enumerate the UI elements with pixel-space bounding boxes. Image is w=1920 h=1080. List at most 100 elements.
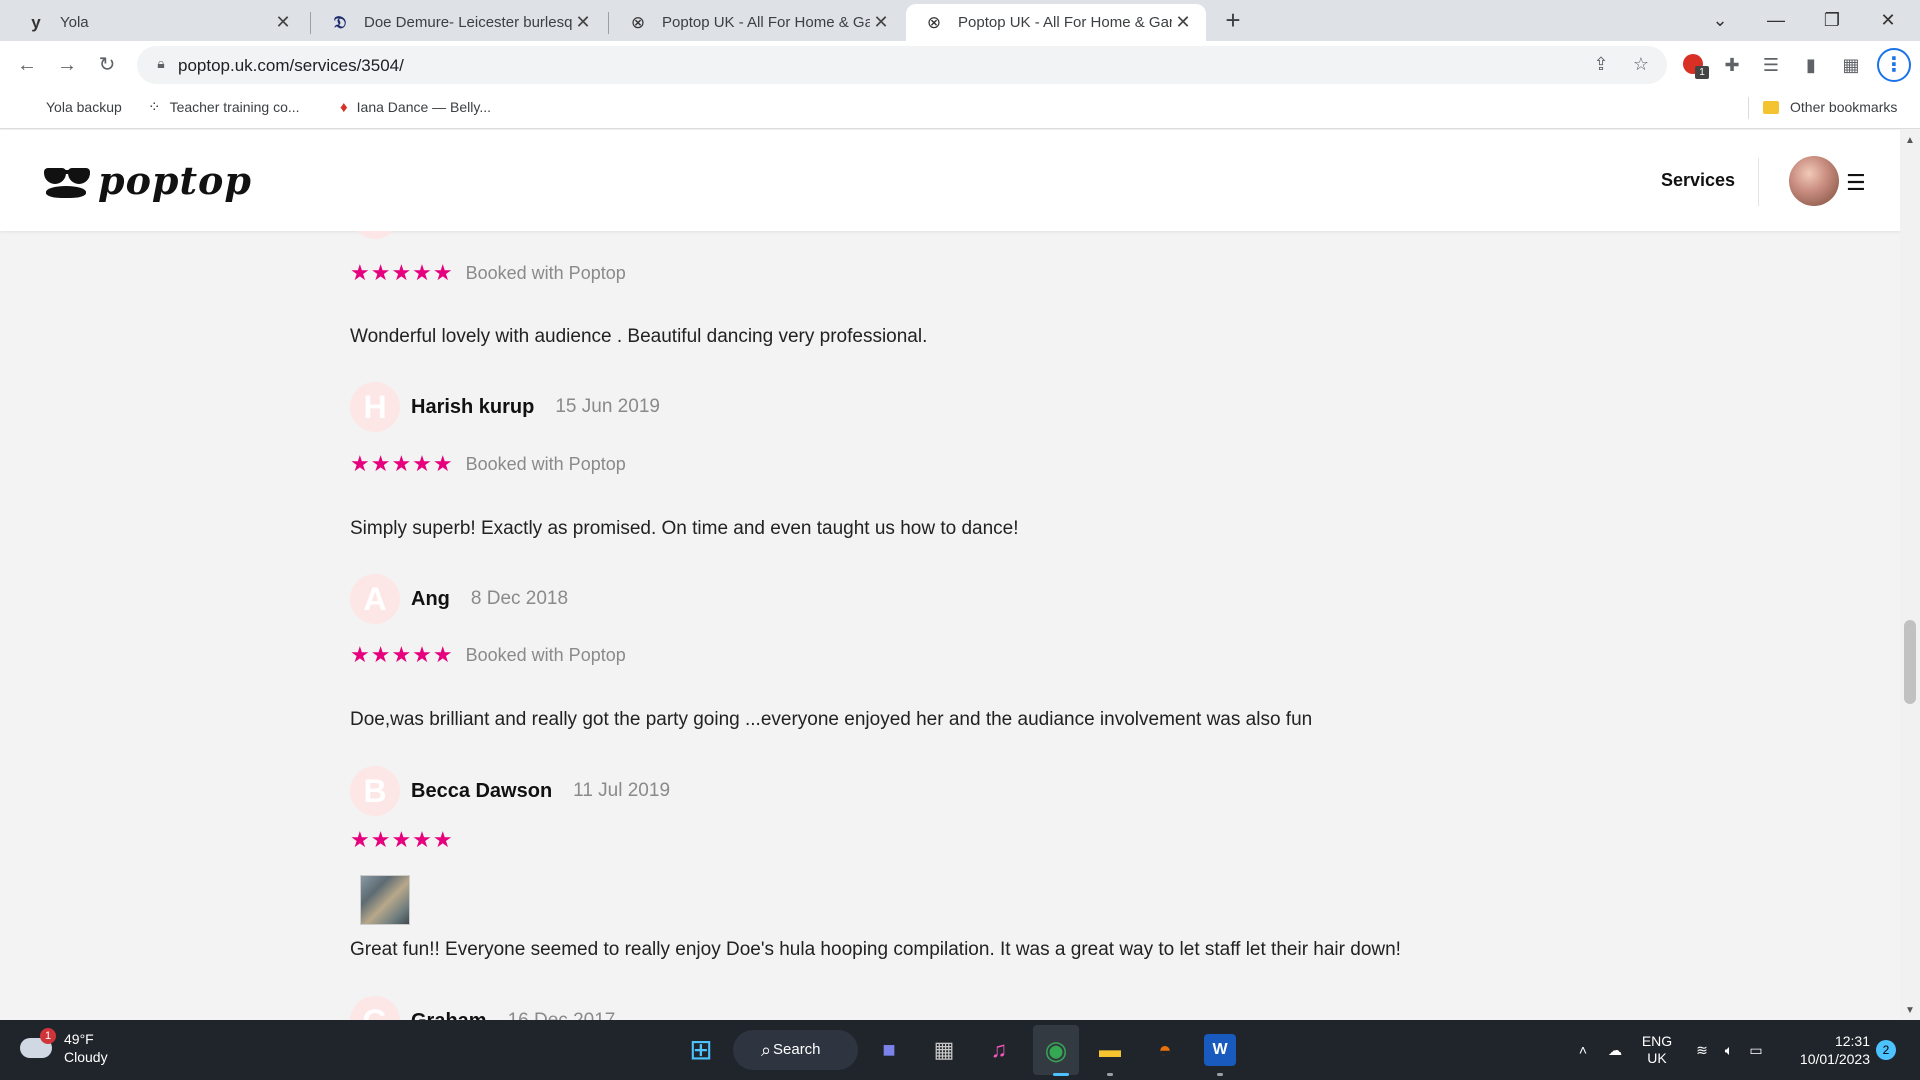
review-date: 8 Dec 2018 [470, 588, 569, 609]
tab-title: Poptop UK - All For Home & Gar [958, 14, 1172, 31]
tab-search-chevron-icon[interactable]: ⌄ [1692, 0, 1748, 41]
tab-title: Doe Demure- Leicester burlesque [364, 14, 572, 31]
page-scrollbar[interactable]: ▲ ▼ [1900, 130, 1920, 1020]
review-text: Great fun!! Everyone seemed to really en… [350, 939, 1401, 960]
volume-icon[interactable]: 🔈︎ [1717, 1020, 1741, 1080]
clock-time: 12:31 [1834, 1033, 1870, 1049]
other-bookmarks-label: Other bookmarks [1790, 99, 1898, 115]
rating-stars: ★★★★★ [350, 260, 454, 285]
reviewer-initial-avatar: H [350, 382, 400, 432]
profile-icon[interactable]: ▦ [1837, 51, 1865, 79]
teams-chat-icon[interactable]: ■ [873, 1034, 905, 1066]
restore-icon[interactable]: ❐ [1804, 0, 1860, 41]
weather-condition: Cloudy [64, 1049, 108, 1065]
tab-yola[interactable]: y Yola ✕ [8, 4, 306, 41]
booked-with-label: Booked with Poptop [465, 453, 626, 474]
running-indicator [1107, 1073, 1113, 1076]
language-code: ENG [1641, 1033, 1673, 1049]
review-header: A Ang 8 Dec 2018 [350, 574, 568, 624]
scroll-down-arrow-icon[interactable]: ▼ [1905, 1006, 1915, 1016]
bookmark-teacher-training[interactable]: ⁘ Teacher training co... [148, 89, 300, 125]
back-icon[interactable]: ← [13, 51, 41, 79]
user-avatar[interactable] [1789, 156, 1839, 206]
running-indicator [1217, 1073, 1223, 1076]
clock-date: 10/01/2023 [1799, 1051, 1870, 1067]
review-rating-row: ★★★★★ Booked with Poptop [350, 260, 626, 286]
rating-stars: ★★★★★ [350, 451, 454, 476]
reading-list-icon[interactable]: ☰ [1757, 51, 1785, 79]
battery-icon[interactable]: ▭ [1744, 1020, 1768, 1080]
review-header: B Becca Dawson 11 Jul 2019 [350, 766, 670, 816]
reload-icon[interactable]: ↻ [93, 51, 121, 79]
itunes-icon[interactable]: ♫ [983, 1034, 1015, 1066]
review-date: 15 Jun 2019 [555, 396, 660, 417]
bookmark-yola-backup[interactable]: Yola backup [46, 89, 122, 125]
url-text: poptop.uk.com/services/3504/ [178, 56, 404, 75]
tab-poptop-active[interactable]: ⊗ Poptop UK - All For Home & Gar ✕ [906, 4, 1206, 41]
tab-separator [310, 12, 311, 34]
tab-separator [608, 12, 609, 34]
review-text: Doe,was brilliant and really got the par… [350, 709, 1313, 730]
grid-dots-icon: ⁘ [148, 99, 161, 116]
close-window-icon[interactable]: ✕ [1860, 0, 1916, 41]
review-photo-thumbnail[interactable] [360, 875, 410, 925]
review-date: 11 Jul 2019 [573, 780, 671, 801]
review-text: Wonderful lovely with audience . Beautif… [350, 326, 928, 347]
extension-badge: 1 [1695, 66, 1709, 79]
browser-tab-strip: y Yola ✕ 𝔇 Doe Demure- Leicester burlesq… [0, 0, 1920, 41]
other-bookmarks[interactable]: Other bookmarks [1763, 89, 1897, 125]
share-icon[interactable]: ⇪ [1589, 54, 1613, 78]
scroll-up-arrow-icon[interactable]: ▲ [1905, 136, 1915, 146]
chrome-menu-icon[interactable]: ⋮ [1877, 48, 1911, 82]
notification-count-badge[interactable]: 2 [1876, 1040, 1896, 1060]
clock[interactable]: 12:31 10/01/2023 [1785, 1020, 1870, 1080]
address-bar[interactable]: 🔒︎ poptop.uk.com/services/3504/ ⇪ ☆ [137, 46, 1667, 84]
weather-widget[interactable]: 49°F Cloudy [20, 1030, 108, 1066]
lock-icon[interactable]: 🔒︎ [151, 55, 171, 75]
chrome-taskbar-icon[interactable]: ◉ [1040, 1034, 1072, 1066]
calculator-icon[interactable]: ▦ [928, 1034, 960, 1066]
close-tab-icon[interactable]: ✕ [870, 12, 892, 33]
review-rating-row: ★★★★★ Booked with Poptop [350, 642, 626, 668]
weather-temp: 49°F [64, 1031, 94, 1047]
extensions-puzzle-icon[interactable]: ✚ [1718, 51, 1746, 79]
reviewer-initial-avatar: B [350, 766, 400, 816]
new-tab-button[interactable]: + [1219, 6, 1247, 34]
show-hidden-icons-chevron-icon[interactable]: ˄ [1573, 1020, 1593, 1080]
close-tab-icon[interactable]: ✕ [272, 12, 294, 33]
reviewer-initial-avatar: G [350, 996, 400, 1020]
sunglasses-mustache-icon [42, 162, 90, 200]
word-icon[interactable]: W [1204, 1034, 1236, 1066]
minimize-icon[interactable]: — [1748, 0, 1804, 41]
browser-toolbar: ← → ↻ 🔒︎ poptop.uk.com/services/3504/ ⇪ … [0, 41, 1920, 89]
app-icon[interactable]: ◓ [1149, 1034, 1181, 1066]
region-code: UK [1647, 1050, 1667, 1066]
scrollbar-thumb[interactable] [1904, 620, 1916, 704]
bookmark-label: Teacher training co... [169, 99, 300, 115]
nav-services-link[interactable]: Services [1661, 170, 1735, 191]
side-panel-icon[interactable]: ▮ [1797, 51, 1825, 79]
tab-doe-demure[interactable]: 𝔇 Doe Demure- Leicester burlesque ✕ [312, 4, 606, 41]
forward-icon[interactable]: → [53, 51, 81, 79]
poptop-logo[interactable]: poptop [42, 158, 252, 203]
wifi-icon[interactable]: ≋ [1690, 1020, 1714, 1080]
header-divider [1758, 158, 1759, 206]
bookmark-label: Yola backup [46, 99, 122, 115]
weather-badge: 1 [40, 1028, 56, 1044]
close-tab-icon[interactable]: ✕ [572, 12, 594, 33]
bookmark-star-icon[interactable]: ☆ [1629, 54, 1653, 78]
tab-poptop-1[interactable]: ⊗ Poptop UK - All For Home & Gar ✕ [610, 4, 904, 41]
bookmark-iana-dance[interactable]: ♦ Iana Dance — Belly... [340, 89, 491, 125]
folder-icon [1763, 100, 1779, 114]
rating-stars: ★★★★★ [350, 827, 454, 852]
windows-start-icon[interactable]: ⊞ [685, 1034, 717, 1066]
onedrive-icon[interactable]: ☁ [1603, 1020, 1627, 1080]
language-indicator[interactable]: ENG UK [1632, 1020, 1682, 1080]
poptop-logo-icon: ⊗ [926, 12, 942, 32]
taskbar-search[interactable]: ⌕ Search [733, 1030, 858, 1070]
hamburger-menu-icon[interactable]: ☰ [1846, 170, 1866, 196]
review-header: H Harish kurup 15 Jun 2019 [350, 382, 660, 432]
file-explorer-icon[interactable]: ▬ [1094, 1034, 1126, 1066]
bookmarks-separator [1748, 97, 1749, 119]
close-tab-icon[interactable]: ✕ [1172, 12, 1194, 33]
